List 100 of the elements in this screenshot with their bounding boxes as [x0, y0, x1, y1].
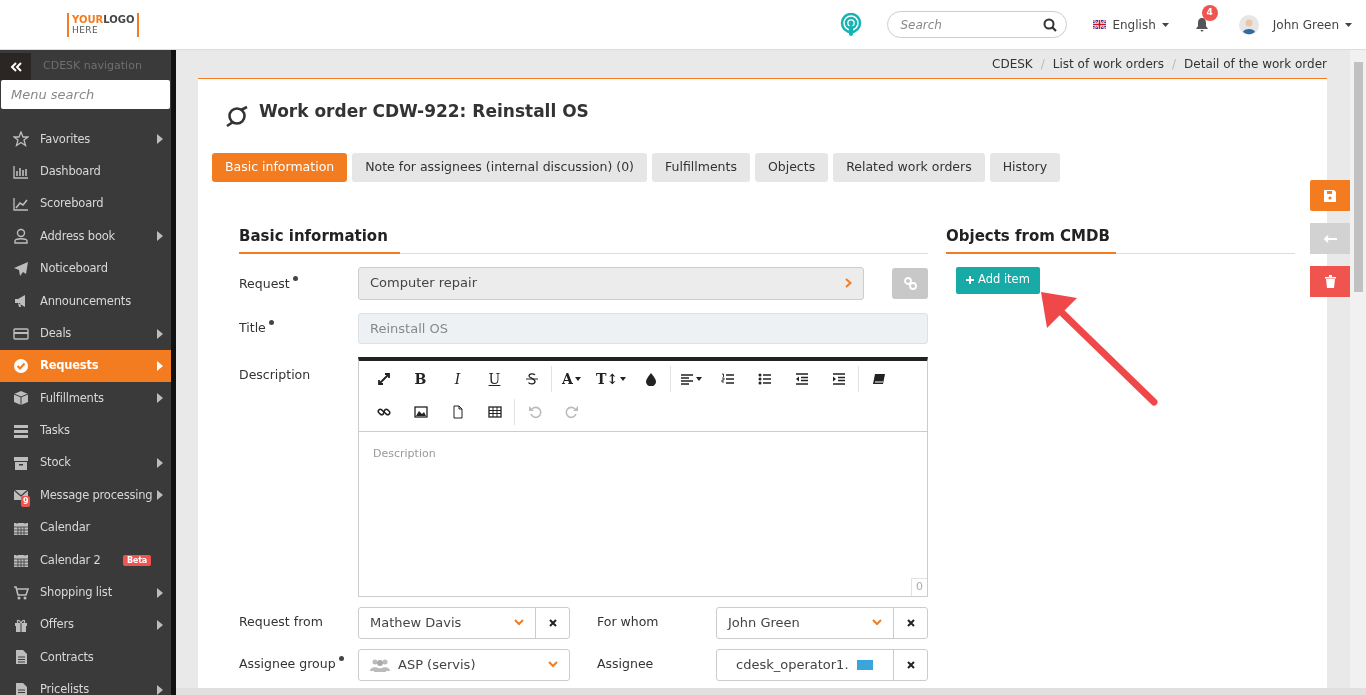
- menu-icon: [13, 552, 29, 569]
- breadcrumb-link[interactable]: List of work orders: [1052, 55, 1165, 73]
- document-icon: [450, 405, 465, 419]
- undo-icon: [527, 405, 542, 419]
- field-label: Assignee: [597, 656, 654, 672]
- field-label: Assignee group: [239, 656, 344, 672]
- sidebar-item[interactable]: Favorites: [0, 123, 171, 156]
- sidebar-item[interactable]: Offers: [0, 608, 171, 642]
- chevron-right-icon: [157, 231, 163, 242]
- field-label: Request: [239, 275, 298, 291]
- format-button[interactable]: I: [439, 364, 476, 394]
- sidebar-item[interactable]: Deals: [0, 317, 171, 350]
- bullet-list-icon: [757, 372, 772, 386]
- highlight-mark: [856, 659, 873, 670]
- fullscreen-icon: [376, 372, 391, 386]
- format-button[interactable]: T↕: [590, 364, 633, 394]
- avatar-icon: [1238, 14, 1259, 35]
- sidebar-item[interactable]: Stock: [0, 446, 171, 480]
- link-icon: [903, 276, 917, 290]
- format-button[interactable]: A: [553, 364, 590, 394]
- breadcrumb-separator: /: [1040, 56, 1045, 73]
- format-button[interactable]: B: [402, 364, 439, 394]
- sidebar-item[interactable]: Scoreboard: [0, 187, 171, 221]
- collapse-button[interactable]: [0, 53, 31, 80]
- sidebar-item[interactable]: Calendar 2 Beta: [0, 544, 171, 577]
- chevron-down-icon: [548, 661, 558, 668]
- menu-icon: [13, 390, 29, 407]
- chevron-down-icon: [872, 619, 882, 626]
- menu-icon: [13, 131, 29, 148]
- caret-icon: [695, 377, 702, 381]
- menu-icon: [13, 163, 29, 180]
- breadcrumb-separator: /: [1172, 56, 1177, 73]
- field-label: Request from: [239, 614, 323, 630]
- section-heading: Objects from CMDB: [946, 225, 1116, 254]
- select-field[interactable]: Mathew Davis: [358, 606, 570, 639]
- horizontal-scrollbar[interactable]: [176, 688, 1366, 695]
- caret-icon: [1161, 22, 1169, 27]
- sidebar-item[interactable]: Address book: [0, 220, 171, 253]
- chevron-right-icon: [157, 490, 163, 501]
- tab[interactable]: Related work orders: [833, 153, 985, 182]
- notification-badge: 4: [1201, 5, 1218, 21]
- search-icon: [1043, 18, 1058, 32]
- search-field[interactable]: Search: [887, 11, 1068, 38]
- plus-icon: [966, 276, 974, 284]
- table-icon: [487, 405, 502, 419]
- format-button[interactable]: U: [476, 364, 513, 394]
- chevron-right-icon: [845, 278, 853, 288]
- flag-icon: [1093, 20, 1107, 29]
- tab[interactable]: History: [989, 153, 1061, 182]
- bell-icon[interactable]: [1194, 17, 1209, 32]
- tab[interactable]: Note for assignees (internal discussion) (0): [352, 153, 647, 182]
- breadcrumb-link[interactable]: CDESK: [992, 55, 1033, 73]
- eraser-icon: [871, 372, 886, 386]
- sidebar-item[interactable]: 9 Message processing: [0, 479, 171, 512]
- link-icon: [376, 405, 391, 419]
- work-order-icon: [225, 104, 249, 128]
- drop-icon: [643, 372, 658, 386]
- user-menu[interactable]: John Green: [1238, 14, 1352, 35]
- image-icon: [413, 405, 428, 419]
- sidebar-item[interactable]: Noticeboard: [0, 252, 171, 285]
- select-field[interactable]: John Green: [716, 606, 928, 639]
- text-editor[interactable]: B I U A T↕ Description 0: [358, 356, 928, 597]
- trash-icon: [1324, 275, 1336, 288]
- sidebar-item[interactable]: Shopping list: [0, 576, 171, 609]
- chevron-right-icon: [157, 393, 163, 404]
- scrollbar[interactable]: [1350, 50, 1366, 688]
- menu-icon: [13, 455, 29, 472]
- menu-icon: [13, 228, 29, 245]
- tab[interactable]: Objects: [754, 153, 829, 182]
- delete-button[interactable]: [1310, 266, 1350, 297]
- menu-icon: [13, 617, 29, 634]
- select-field[interactable]: cdesk_operator1.: [716, 648, 928, 681]
- menu-search-field[interactable]: Menu search: [1, 80, 170, 109]
- sidebar-item[interactable]: Announcements: [0, 284, 171, 318]
- podcast-icon[interactable]: [840, 12, 863, 37]
- menu-icon: [13, 325, 29, 342]
- redo-icon: [564, 405, 579, 419]
- field-label: Title: [239, 319, 274, 335]
- sidebar-item[interactable]: Contracts: [0, 641, 171, 674]
- sidebar-item[interactable]: Calendar: [0, 511, 171, 545]
- caret-icon: [574, 377, 581, 381]
- menu-icon: [13, 649, 29, 666]
- group-icon: [370, 657, 390, 672]
- sidebar-item[interactable]: Tasks: [0, 414, 171, 447]
- field-label: For whom: [597, 614, 659, 630]
- sidebar-item[interactable]: Dashboard: [0, 155, 171, 188]
- menu-icon: [13, 260, 29, 277]
- menu-icon: [13, 195, 29, 212]
- breadcrumb-link[interactable]: Detail of the work order: [1184, 55, 1327, 73]
- sidebar-item[interactable]: Pricelists: [0, 673, 171, 695]
- sidebar-item[interactable]: Fulfillments: [0, 382, 171, 415]
- language-menu[interactable]: English: [1093, 15, 1169, 34]
- field-label: Description: [239, 366, 311, 382]
- indent-icon: [831, 372, 846, 386]
- caret-icon: [620, 377, 627, 381]
- tab[interactable]: Fulfillments: [652, 153, 750, 182]
- save-button[interactable]: [1310, 180, 1350, 211]
- request-select[interactable]: Computer repair: [358, 266, 865, 300]
- menu-icon: [13, 584, 29, 601]
- select-field[interactable]: ASP (servis): [358, 648, 570, 681]
